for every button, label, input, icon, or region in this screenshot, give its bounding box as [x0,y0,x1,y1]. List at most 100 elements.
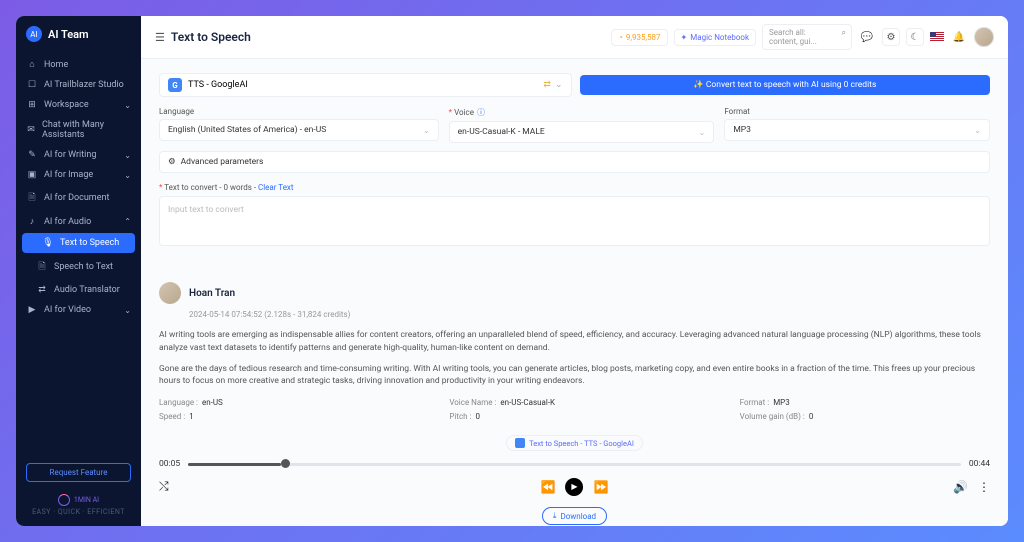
sidebar-item-chat-with-many-assistants[interactable]: ✉Chat with Many Assistants [16,115,141,145]
user-row: Hoan Tran [159,282,990,304]
download-button[interactable]: ⤓ Download [542,507,607,525]
sidebar-item-ai-for-video[interactable]: ▶AI for Video⌄ [16,300,141,320]
nav: ⌂ Home ☐AI Trailblazer Studio⊞Workspace⌄✉C… [16,54,141,457]
sidebar-item-ai-for-audio[interactable]: ♪AI for Audio⌃ [16,211,141,232]
chevron-down-icon: ⌄ [555,80,563,90]
sidebar-item-speech-to-text[interactable]: 🗎 Speech to Text [16,254,141,280]
format-select[interactable]: MP3 ⌄ [724,119,990,141]
controls-row: ⤭ ⏪ ▶ ⏩ 🔊 ⋮ [159,479,990,501]
shuffle-icon[interactable]: ⇄ [543,80,551,90]
format-value: MP3 [733,125,751,135]
menu-icon[interactable]: ☰ [155,31,165,44]
nav-icon: ⇄ [36,285,48,295]
nav-icon: ⊞ [26,100,38,110]
nav-icon: ⌂ [26,59,38,70]
result-paragraph-1: AI writing tools are emerging as indispe… [159,329,990,355]
nav-label: Speech to Text [54,262,113,272]
bell-icon[interactable]: 🔔 [950,28,968,46]
topbar: ☰ Text to Speech ◔ 9,935,587 ✦ Magic Not… [141,16,1008,59]
seek-knob[interactable] [281,459,290,468]
nav-label: Chat with Many Assistants [42,120,131,140]
search-placeholder: Search all: content, gui... [769,28,817,46]
sidebar-item-ai-trailblazer-studio[interactable]: ☐AI Trailblazer Studio [16,75,141,95]
provider-badge: Text to Speech - TTS - GoogleAI [506,435,643,451]
request-feature-button[interactable]: Request Feature [26,463,131,482]
footer-ring-icon [58,494,70,506]
nav-label: AI Trailblazer Studio [44,80,124,90]
nav-icon: 🗎 [26,190,38,206]
provider-select[interactable]: G TTS - GoogleAI ⇄ ⌄ [159,73,572,97]
nav-icon: ♪ [26,216,38,227]
chevron-down-icon: ⌄ [124,101,131,110]
play-button[interactable]: ▶ [566,478,584,496]
language-value: English (United States of America) - en-… [168,125,326,135]
sidebar-item-workspace[interactable]: ⊞Workspace⌄ [16,95,141,115]
language-select[interactable]: English (United States of America) - en-… [159,119,439,141]
provider-name: TTS - GoogleAI [188,80,248,90]
sidebar-item-text-to-speech[interactable]: 🎙Text to Speech [22,233,135,253]
topbar-right: ◔ 9,935,587 ✦ Magic Notebook Search all:… [611,24,994,50]
chevron-down-icon: ⌄ [124,171,131,180]
info-icon[interactable]: ⓘ [477,108,485,117]
magic-label: Magic Notebook [690,33,749,42]
convert-button[interactable]: ✨ Convert text to speech with AI using 0… [580,75,991,95]
seek-fill [188,463,281,466]
chat-icon[interactable]: 💬 [858,28,876,46]
credits-value: 9,935,587 [626,33,661,42]
field-format: Format MP3 ⌄ [724,107,990,143]
nav-icon: ▣ [26,170,38,180]
chevron-down-icon: ⌄ [974,126,981,135]
sidebar-item-ai-for-writing[interactable]: ✎AI for Writing⌄ [16,145,141,165]
main: ☰ Text to Speech ◔ 9,935,587 ✦ Magic Not… [141,16,1008,526]
footer-tagline: EASY · QUICK · EFFICIENT [16,508,141,516]
brand-logo-icon: AI [26,26,42,42]
form-fields: Language English (United States of Ameri… [159,107,990,143]
search-input[interactable]: Search all: content, gui... ⌕ [762,24,852,50]
sidebar-item-ai-for-image[interactable]: ▣AI for Image⌄ [16,165,141,185]
google-logo-icon: G [168,78,182,92]
result-properties: Language :en-US Speed :1 Voice Name :en-… [159,398,990,421]
nav-label: AI for Writing [44,150,96,160]
sidebar-item-ai-for-document[interactable]: 🗎 AI for Document [16,185,141,211]
moon-icon[interactable]: ☾ [906,28,924,46]
page-title: Text to Speech [171,30,251,44]
field-language: Language English (United States of Ameri… [159,107,439,143]
more-icon[interactable]: ⋮ [978,480,990,494]
sidebar-item-home[interactable]: ⌂ Home [16,54,141,75]
user-avatar[interactable] [974,27,994,47]
time-duration: 00:44 [969,459,990,469]
rewind-icon[interactable]: ⏪ [541,480,556,494]
magic-notebook-button[interactable]: ✦ Magic Notebook [674,29,756,46]
result-meta: 2024-05-14 07:54:52 (2.128s - 31,824 cre… [189,310,990,319]
nav-label: Text to Speech [60,238,119,248]
language-label: Language [159,107,439,116]
chevron-up-icon: ⌃ [124,217,131,226]
credits-badge[interactable]: ◔ 9,935,587 [611,29,667,46]
audio-player: 00:05 00:44 [159,459,990,469]
provider-row: G TTS - GoogleAI ⇄ ⌄ ✨ Convert text to s… [159,73,990,97]
sparkle-icon: ✦ [681,33,688,42]
seek-bar[interactable] [188,463,961,466]
volume-icon[interactable]: 🔊 [953,480,968,494]
nav-label: AI for Video [44,305,91,315]
shuffle-icon[interactable]: ⤭ [159,479,169,494]
nav-icon: 🗎 [36,259,48,275]
text-input[interactable]: Input text to convert [159,196,990,246]
result-paragraph-2: Gone are the days of tedious research an… [159,363,990,389]
flag-us-icon[interactable] [930,32,944,42]
clear-text-link[interactable]: Clear Text [258,183,294,192]
text-label: * Text to convert - 0 words - Clear Text [159,183,990,192]
forward-icon[interactable]: ⏩ [594,480,609,494]
app-root: AI AI Team ⌂Home☐AI Trailblazer Studio⊞W… [16,16,1008,526]
chevron-down-icon: ⌄ [423,126,430,135]
advanced-toggle[interactable]: ⚙ Advanced parameters [159,151,990,173]
voice-select[interactable]: en-US-Casual-K - MALE ⌄ [449,121,715,143]
footer-logo: 1MIN AI [16,494,141,506]
nav-label: Home [44,60,68,70]
sidebar-item-audio-translator[interactable]: ⇄ Audio Translator [16,280,141,300]
nav-label: AI for Document [44,193,109,203]
nav-label: Audio Translator [54,285,120,295]
content: G TTS - GoogleAI ⇄ ⌄ ✨ Convert text to s… [141,59,1008,526]
footer-brand: 1MIN AI [74,496,99,504]
settings-icon[interactable]: ⚙ [882,28,900,46]
